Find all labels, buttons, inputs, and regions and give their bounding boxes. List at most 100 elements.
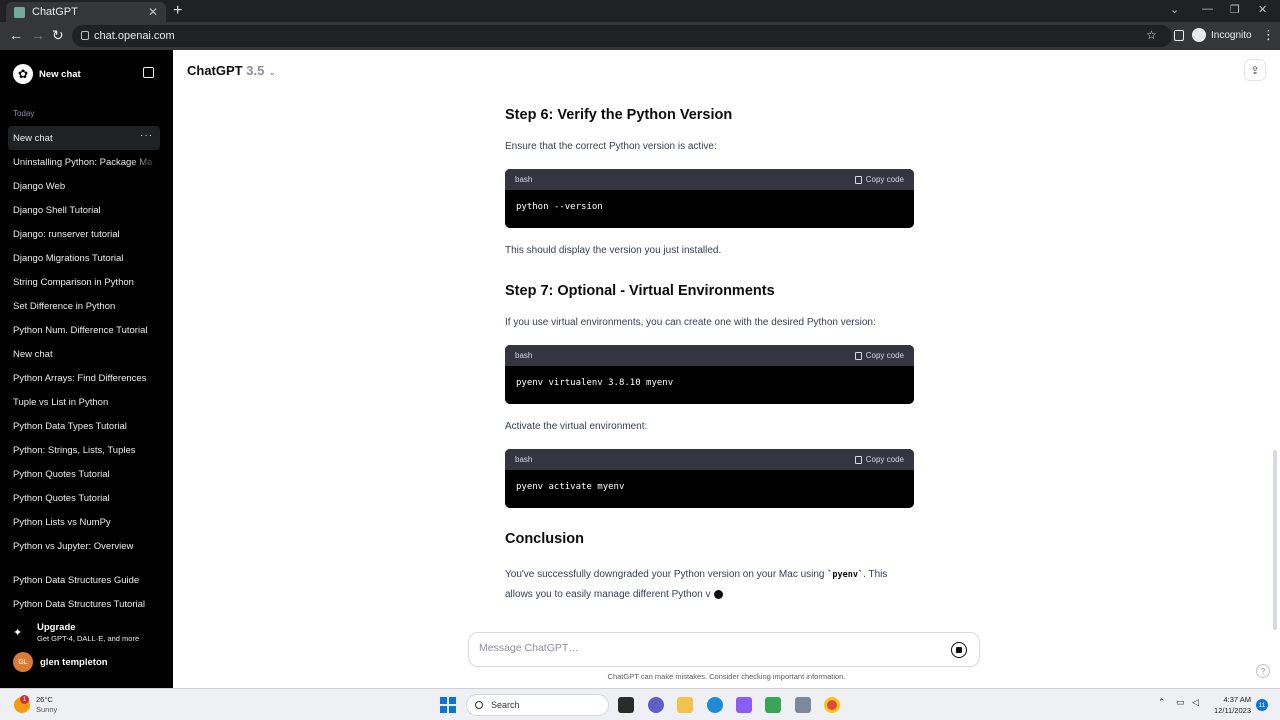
chrome-browser-icon[interactable] [824,697,840,713]
sidebar-chat-item[interactable]: Python Data Structures Guide [8,568,160,592]
scrollbar[interactable] [1273,450,1277,630]
notification-badge[interactable]: 11 [1256,699,1268,711]
sidebar-chat-item[interactable]: String Comparison in Python [8,270,160,294]
chat-app-icon[interactable] [648,697,664,713]
address-bar: ← → ↻ chat.openai.com ☆ Incognito ⋮ [0,22,1280,50]
copy-code-button-2[interactable]: Copy code [854,351,904,360]
copy-code-button-3[interactable]: Copy code [854,455,904,464]
network-icon[interactable]: ▭ [1176,697,1185,708]
reload-button[interactable]: ↻ [52,27,64,44]
volume-icon[interactable]: ◁ [1192,697,1199,708]
sidebar-chat-item[interactable]: Tuple vs List in Python [8,390,160,414]
sidebar-chat-item[interactable]: New chat [8,342,160,366]
sidebar-chat-item[interactable]: Python Quotes Tutorial [8,486,160,510]
message-composer [468,632,980,667]
sidebar-chat-item[interactable]: Python: Strings, Lists, Tuples [8,438,160,462]
code-lang-2: bash [515,351,533,360]
sidebar-chat-label: Django: runserver tutorial [13,228,120,240]
clipboard-icon [854,455,862,464]
chat-history-list: New chat ··· Uninstalling Python: Package … [8,126,160,558]
new-tab-button[interactable]: + [173,2,182,20]
minimize-button[interactable]: — [1202,3,1213,15]
url-field[interactable]: chat.openai.com [72,25,1172,47]
sidebar-chat-item[interactable]: Django Migrations Tutorial [8,246,160,270]
restore-button[interactable]: ❐ [1230,3,1240,16]
model-selector[interactable]: ChatGPT 3.5 ⌄ [187,63,276,78]
code-block-1: bash Copy code python --version [505,169,914,228]
step7-heading: Step 7: Optional - Virtual Environments [505,283,775,299]
forward-button[interactable]: → [31,27,45,43]
help-button[interactable]: ? [1256,664,1270,678]
tab-search-icon[interactable]: ⌄ [1170,3,1179,16]
share-icon: ⇪ [1250,64,1260,77]
sidebar-chat-label: Python Arrays: Find Differences [13,372,147,384]
copy-code-button-1[interactable]: Copy code [854,175,904,184]
weather-condition: Sunny [36,705,58,714]
stop-icon [956,647,962,653]
search-label: Search [491,700,520,710]
sidebar-chat-item[interactable]: Python Data Types Tutorial [8,414,160,438]
sidebar-chat-label: Python Data Structures Guide [13,574,140,586]
sun-icon: 1 [14,695,30,713]
back-button[interactable]: ← [9,27,23,43]
avatar: GL [13,652,33,672]
weather-badge: 1 [20,695,29,704]
bookmark-star-icon[interactable]: ☆ [1146,28,1157,42]
sidebar-chat-item[interactable]: Django Shell Tutorial [8,198,160,222]
more-options-icon[interactable]: ··· [140,130,153,141]
sidebar-chat-item[interactable]: Set Difference in Python [8,294,160,318]
sidebar-chat-item[interactable]: Uninstalling Python: Package Ma [8,150,160,174]
taskbar-search[interactable]: Search [466,694,609,716]
sidebar-chat-item[interactable]: Django Web [8,174,160,198]
code-block-2: bash Copy code pyenv virtualenv 3.8.10 m… [505,345,914,404]
code-text-2: pyenv virtualenv 3.8.10 myenv [516,378,674,388]
incognito-indicator[interactable]: Incognito [1192,28,1252,42]
editor-app-icon[interactable] [765,697,781,713]
sidebar-chat-label: Python Quotes Tutorial [13,468,110,480]
windows-taskbar: 1 26°C Sunny Search ⌃ ▭ ◁ 4:37 AM 12/11/… [0,688,1280,720]
sidebar-chat-item[interactable]: Django: runserver tutorial [8,222,160,246]
code-lang-1: bash [515,175,533,184]
upgrade-subtitle: Get GPT-4, DALL·E, and more [37,634,140,643]
sidebar-chat-label: Python Num. Difference Tutorial [13,324,148,336]
sidebar-chat-item[interactable]: Python Data Structures Tutorial [8,592,160,616]
edit-icon[interactable] [143,67,154,78]
sidebar-chat-item[interactable]: Python Quotes Tutorial [8,462,160,486]
upgrade-button[interactable]: ✦ Upgrade Get GPT-4, DALL·E, and more [13,622,163,643]
sidebar-chat-item[interactable]: New chat ··· [8,126,160,150]
tab-close-icon[interactable]: ✕ [148,5,158,19]
window-close-button[interactable]: ✕ [1258,3,1267,16]
browser-tab[interactable]: ChatGPT ✕ [6,2,166,22]
task-view-icon[interactable] [618,697,634,713]
app-icon[interactable] [736,697,752,713]
network-app-icon[interactable] [795,697,811,713]
new-chat-button[interactable]: ✿ New chat [8,62,158,86]
section-today-label: Today [13,109,35,118]
sidebar-chat-item[interactable]: Python Arrays: Find Differences [8,366,160,390]
sidebar-chat-item[interactable]: Python vs Jupyter: Overview [8,534,160,558]
message-input[interactable] [479,642,919,654]
step6-heading: Step 6: Verify the Python Version [505,107,733,123]
windows-start-icon[interactable] [440,697,456,713]
file-explorer-icon[interactable] [677,697,693,713]
weather-widget[interactable]: 1 26°C Sunny [14,695,57,715]
conclusion-line2: allows you to easily manage different Py… [505,589,711,600]
sidebar-chat-label: Django Migrations Tutorial [13,252,124,264]
side-panel-icon[interactable] [1174,30,1184,41]
share-button[interactable]: ⇪ [1244,59,1266,81]
sidebar: ✿ New chat Today New chat ··· Uninstalling… [0,50,173,688]
copy-label-2: Copy code [865,351,904,360]
user-menu[interactable]: GL glen templeton [13,652,108,672]
clock-time: 4:37 AM [1223,695,1251,704]
inline-code-pyenv: `pyenv` [827,570,864,580]
system-clock[interactable]: 4:37 AM 12/11/2023 [1210,694,1251,716]
lock-icon [81,31,89,40]
sidebar-chat-item[interactable]: Python Num. Difference Tutorial [8,318,160,342]
sidebar-chat-label: Django Shell Tutorial [13,204,101,216]
stop-generating-button[interactable] [951,642,967,658]
upgrade-title: Upgrade [37,622,76,633]
sidebar-chat-item[interactable]: Python Lists vs NumPy [8,510,160,534]
edge-browser-icon[interactable] [707,697,723,713]
tray-overflow-icon[interactable]: ⌃ [1158,697,1166,708]
browser-menu-icon[interactable]: ⋮ [1262,27,1275,43]
